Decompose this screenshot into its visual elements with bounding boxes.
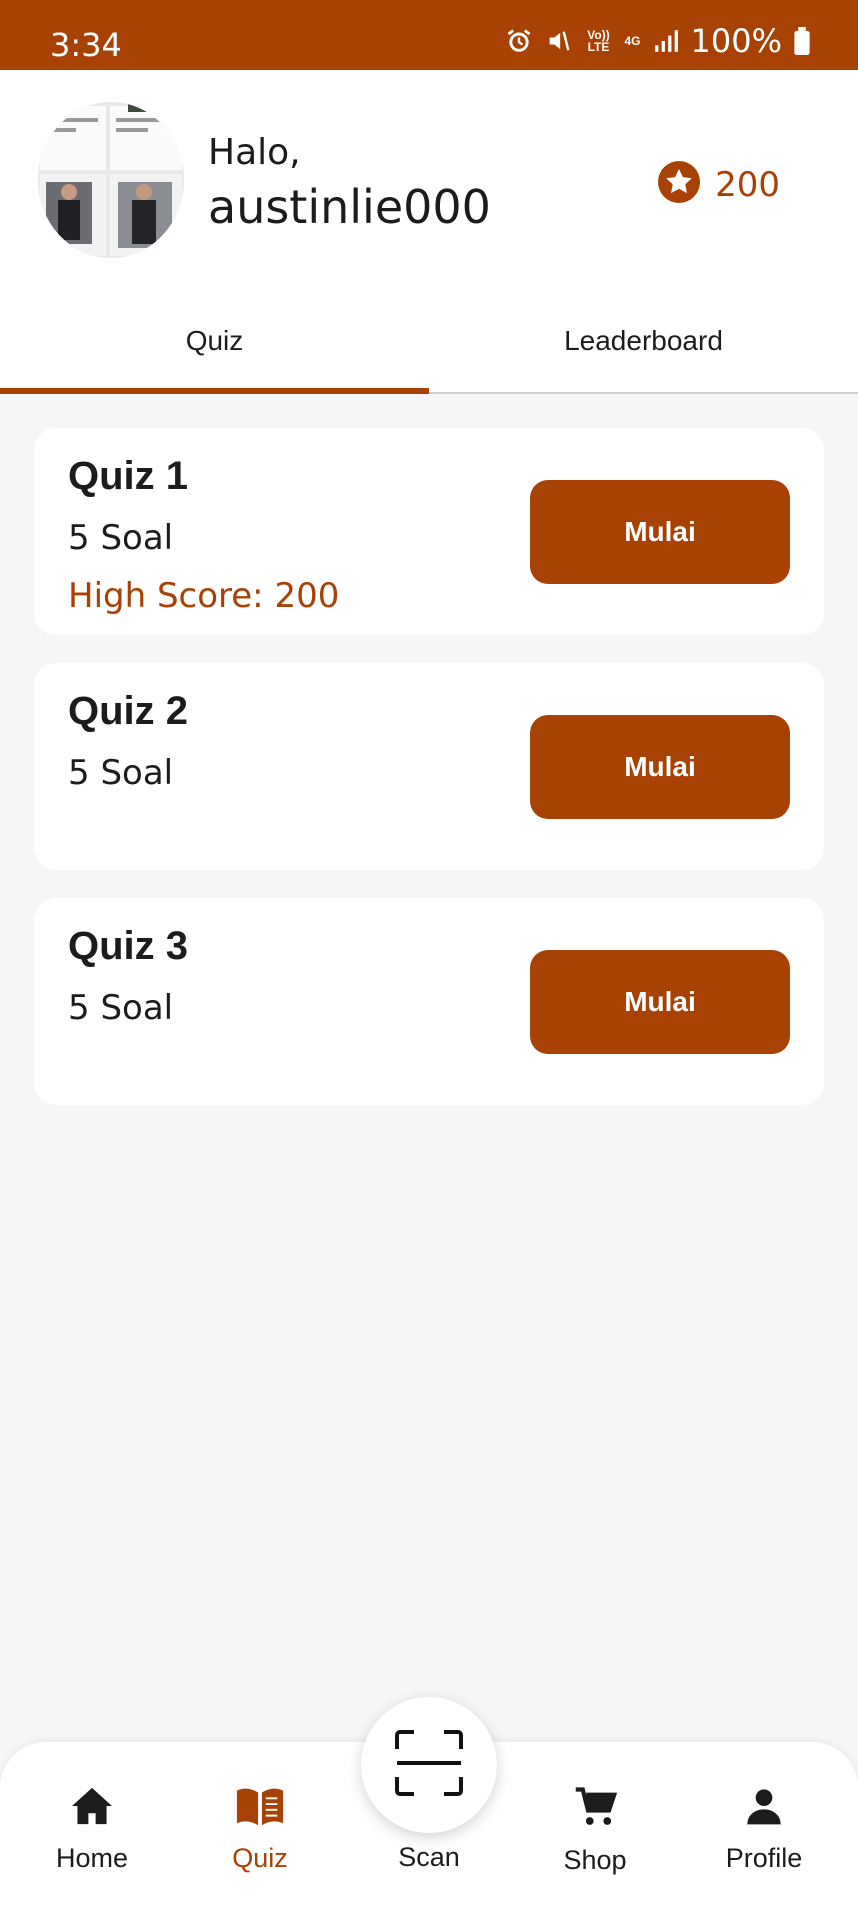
quiz-title: Quiz 3 xyxy=(68,924,189,968)
quiz-card: Quiz 2 5 Soal Mulai xyxy=(34,663,824,870)
status-time: 3:34 xyxy=(50,26,122,64)
battery-icon xyxy=(794,27,810,55)
quiz-high-score: High Score: 200 xyxy=(68,576,340,616)
tab-bar: Quiz Leaderboard xyxy=(0,290,858,394)
start-quiz-button[interactable]: Mulai xyxy=(530,480,790,584)
nav-home[interactable]: Home xyxy=(17,1786,167,1874)
points-display: 200 xyxy=(657,160,780,209)
greeting-text: Halo, xyxy=(208,132,301,173)
nav-quiz-label: Quiz xyxy=(232,1843,288,1873)
nav-profile-label: Profile xyxy=(725,1843,803,1873)
status-bar: 3:34 Vo)) LTE 4G 100% xyxy=(0,0,858,70)
points-value: 200 xyxy=(715,164,780,205)
start-quiz-button[interactable]: Mulai xyxy=(530,715,790,819)
quiz-title: Quiz 1 xyxy=(68,454,189,498)
nav-scan-label[interactable]: Scan xyxy=(379,1842,479,1873)
quiz-question-count: 5 Soal xyxy=(68,988,174,1028)
tab-leaderboard[interactable]: Leaderboard xyxy=(429,290,858,392)
book-icon xyxy=(235,1786,285,1831)
avatar[interactable] xyxy=(38,102,184,258)
mute-icon xyxy=(545,27,573,55)
scan-button[interactable] xyxy=(361,1697,497,1833)
cart-icon xyxy=(573,1786,618,1833)
home-icon xyxy=(70,1786,114,1831)
star-badge-icon xyxy=(657,160,701,209)
signal-icon xyxy=(653,28,679,54)
battery-percent: 100% xyxy=(690,22,782,60)
nav-shop[interactable]: Shop xyxy=(520,1786,670,1876)
start-quiz-button[interactable]: Mulai xyxy=(530,950,790,1054)
quiz-list: Quiz 1 5 Soal High Score: 200 Mulai Quiz… xyxy=(34,428,824,1133)
quiz-title: Quiz 2 xyxy=(68,689,189,733)
quiz-card: Quiz 1 5 Soal High Score: 200 Mulai xyxy=(34,428,824,635)
volte-indicator: Vo)) LTE xyxy=(587,28,610,54)
nav-quiz[interactable]: Quiz xyxy=(185,1786,335,1874)
scan-frame-icon xyxy=(394,1729,464,1802)
quiz-question-count: 5 Soal xyxy=(68,753,174,793)
network-indicator: 4G xyxy=(624,34,641,48)
alarm-icon xyxy=(505,27,533,55)
quiz-question-count: 5 Soal xyxy=(68,518,174,558)
profile-header: Halo, austinlie000 200 xyxy=(0,70,858,290)
nav-shop-label: Shop xyxy=(563,1845,627,1875)
person-icon xyxy=(744,1786,784,1831)
status-icons: Vo)) LTE 4G 100% xyxy=(505,22,811,60)
nav-profile[interactable]: Profile xyxy=(689,1786,839,1874)
nav-home-label: Home xyxy=(55,1843,129,1873)
quiz-card: Quiz 3 5 Soal Mulai xyxy=(34,898,824,1105)
tab-quiz[interactable]: Quiz xyxy=(0,290,429,394)
username: austinlie000 xyxy=(208,180,491,234)
